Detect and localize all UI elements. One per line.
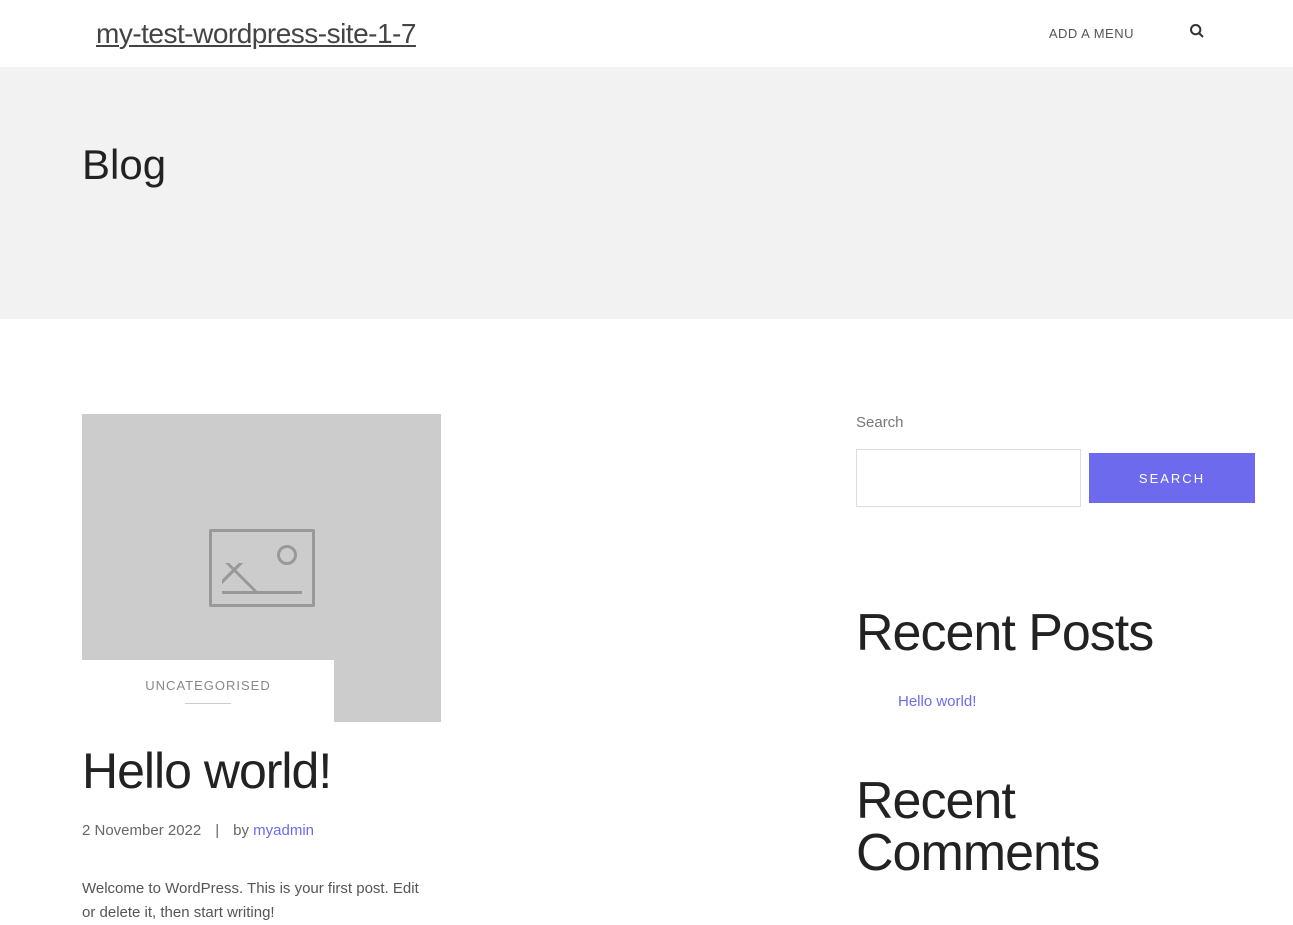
divider [185,703,231,704]
post-title[interactable]: Hello world! [82,742,441,800]
header-right: ADD A MENU [1049,23,1205,44]
recent-posts-list: Hello world! [856,693,1218,711]
by-label: by myadmin [233,822,314,839]
search-icon[interactable] [1189,23,1205,44]
recent-comments-heading: Recent Comments [856,775,1218,879]
recent-post-link[interactable]: Hello world! [898,693,976,710]
main-content: UNCATEGORISED Hello world! 2 November 20… [0,319,1293,925]
search-label: Search [856,414,1218,431]
category-panel: UNCATEGORISED [82,660,334,722]
list-item: Hello world! [856,693,1218,711]
search-button[interactable]: SEARCH [1089,453,1255,503]
search-input[interactable] [856,449,1081,507]
site-title[interactable]: my-test-wordpress-site-1-7 [96,18,416,50]
search-button-wrap: SEARCH [1089,449,1255,507]
page-header: Blog [0,67,1293,319]
search-widget: Search SEARCH [856,414,1218,507]
sidebar: Search SEARCH Recent Posts Hello world! … [856,414,1218,925]
post-meta: 2 November 2022 | by myadmin [82,822,441,839]
post-category[interactable]: UNCATEGORISED [145,678,270,693]
search-row: SEARCH [856,449,1218,507]
post-featured-image[interactable]: UNCATEGORISED [82,414,441,722]
post-excerpt: Welcome to WordPress. This is your first… [82,877,422,925]
add-menu-link[interactable]: ADD A MENU [1049,26,1134,41]
meta-separator: | [215,822,219,839]
image-placeholder-icon [209,529,315,607]
recent-posts-heading: Recent Posts [856,603,1218,663]
post-author-link[interactable]: myadmin [253,822,314,839]
page-title: Blog [82,141,1293,189]
post-date: 2 November 2022 [82,822,201,839]
site-header: my-test-wordpress-site-1-7 ADD A MENU [0,0,1293,67]
posts-column: UNCATEGORISED Hello world! 2 November 20… [82,414,796,925]
post-card: UNCATEGORISED Hello world! 2 November 20… [82,414,441,925]
